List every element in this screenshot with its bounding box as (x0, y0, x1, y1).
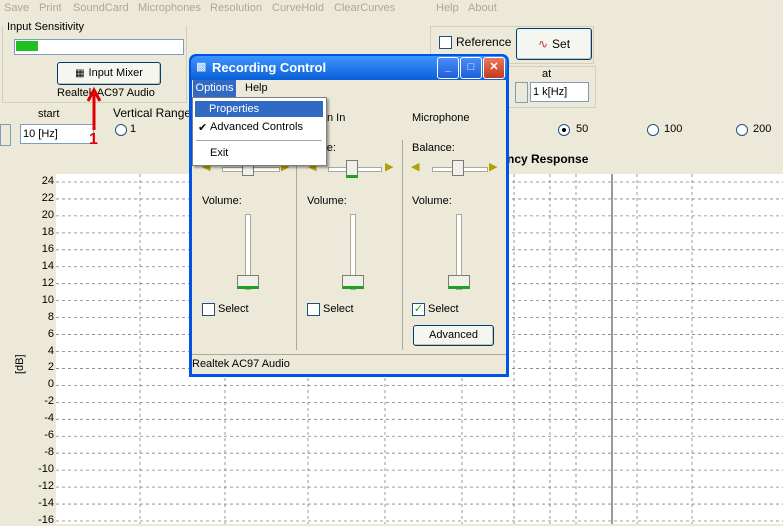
y-tick-label: 24 (41, 175, 54, 187)
menu-resolution[interactable]: Resolution (210, 2, 262, 14)
y-tick-label: 16 (41, 242, 54, 255)
volume-knob-3[interactable] (448, 275, 470, 289)
start-spinner[interactable] (0, 124, 11, 146)
check-icon: ✔ (198, 122, 208, 134)
select-label-2: Select (323, 303, 354, 315)
range-radio-200[interactable] (736, 124, 748, 136)
y-tick-label: 14 (41, 259, 54, 272)
y-tick-label: -4 (44, 412, 54, 425)
set-button[interactable]: ∿ Set (516, 28, 592, 60)
speaker-right-icon: ▶ (489, 161, 498, 173)
range-radio-100[interactable] (647, 124, 659, 136)
close-icon: ✕ (489, 61, 499, 73)
input-sensitivity-label: Input Sensitivity (6, 21, 86, 33)
minimize-button[interactable]: _ (437, 57, 459, 79)
select-checkbox-3[interactable]: ✓ (412, 303, 425, 316)
menu-item-advanced-controls[interactable]: Advanced Controls (210, 121, 303, 133)
menu-options[interactable]: Options (193, 80, 236, 97)
minimize-icon: _ (444, 61, 452, 73)
menu-save[interactable]: Save (4, 2, 29, 14)
mixer-icon: ▦ (75, 68, 85, 79)
menu-clearcurves[interactable]: ClearCurves (334, 2, 395, 14)
select-label-1: Select (218, 303, 249, 315)
reference-checkbox[interactable] (439, 36, 452, 49)
sensitivity-level (16, 41, 38, 51)
y-axis-label: [dB] (14, 354, 26, 374)
maximize-icon: □ (467, 61, 475, 73)
start-label: start (38, 108, 60, 120)
menu-curvehold[interactable]: CurveHold (272, 2, 324, 14)
window-title: Recording Control (212, 60, 327, 75)
menu-item-properties[interactable]: Properties (195, 101, 323, 117)
select-checkbox-2[interactable] (307, 303, 320, 316)
menu-item-exit[interactable]: Exit (210, 147, 228, 159)
status-text: Realtek AC97 Audio (192, 358, 290, 370)
menu-about[interactable]: About (468, 2, 497, 14)
range-option-100: 100 (664, 123, 683, 135)
input-mixer-button[interactable]: ▦ Input Mixer (57, 62, 161, 85)
microphone-header: Microphone (412, 112, 470, 124)
balance-knob-2[interactable] (346, 160, 358, 178)
range-option-200: 200 (753, 123, 772, 135)
y-tick-label: 18 (41, 225, 54, 238)
properties-label: Properties (209, 103, 260, 115)
check-icon: ✓ (413, 303, 424, 315)
set-label: Set (552, 37, 571, 51)
menu-separator (196, 140, 322, 141)
sensitivity-meter (14, 39, 184, 55)
select-checkbox-1[interactable] (202, 303, 215, 316)
y-tick-label: -8 (44, 446, 54, 459)
column-separator (296, 140, 297, 350)
at-field[interactable]: 1 k[Hz] (530, 82, 589, 102)
speaker-left-icon: ◀ (411, 161, 420, 173)
main-menubar: Save Print SoundCard Microphones Resolut… (0, 0, 783, 17)
range-option-50: 50 (576, 123, 589, 135)
y-tick-label: 8 (47, 310, 54, 323)
advanced-button[interactable]: Advanced (413, 325, 494, 346)
balance-knob-3[interactable] (452, 160, 464, 176)
menu-soundcard[interactable]: SoundCard (73, 2, 129, 14)
y-tick-label: 2 (47, 361, 54, 374)
volume-knob-2[interactable] (342, 275, 364, 289)
y-tick-label: 4 (47, 344, 54, 357)
y-tick-label: -16 (38, 514, 54, 526)
volume-label-1: Volume: (202, 195, 242, 207)
menu-help[interactable]: Help (436, 2, 459, 14)
reference-label: Reference (456, 35, 512, 49)
y-tick-label: 0 (47, 378, 54, 391)
input-mixer-label: Input Mixer (88, 67, 143, 79)
y-tick-label: -2 (44, 395, 54, 408)
close-button[interactable]: ✕ (483, 57, 505, 79)
column-separator (402, 140, 403, 350)
at-label: at (542, 68, 552, 80)
balance-label-mic: Balance: (412, 142, 455, 154)
chart-title: ncy Response (507, 152, 589, 166)
menu-dialog-help[interactable]: Help (245, 82, 268, 94)
y-tick-label: 10 (41, 293, 54, 306)
volume-knob-1[interactable] (237, 275, 259, 289)
app-icon: ▩ (196, 61, 207, 73)
y-tick-label: -6 (44, 429, 54, 442)
y-tick-label: 22 (41, 191, 54, 204)
y-tick-label: -14 (38, 497, 54, 510)
at-spinner[interactable] (515, 82, 528, 103)
volume-label-2: Volume: (307, 195, 347, 207)
annotation-arrow-1 (86, 86, 102, 130)
menu-print[interactable]: Print (39, 2, 62, 14)
line-in-header: n In (327, 112, 346, 124)
range-radio-50[interactable] (558, 124, 570, 136)
annotation-label-1: 1 (89, 131, 98, 148)
y-tick-label: 12 (41, 276, 54, 289)
y-tick-label: 6 (47, 327, 54, 340)
menu-microphones[interactable]: Microphones (138, 2, 201, 14)
speaker-right-icon: ▶ (385, 161, 394, 173)
chart-icon: ∿ (537, 37, 549, 51)
maximize-button[interactable]: □ (460, 57, 482, 79)
y-tick-label: 20 (41, 208, 54, 221)
y-tick-label: -10 (38, 463, 54, 476)
select-label-3: Select (428, 303, 459, 315)
volume-label-3: Volume: (412, 195, 452, 207)
y-tick-label: -12 (38, 480, 54, 493)
